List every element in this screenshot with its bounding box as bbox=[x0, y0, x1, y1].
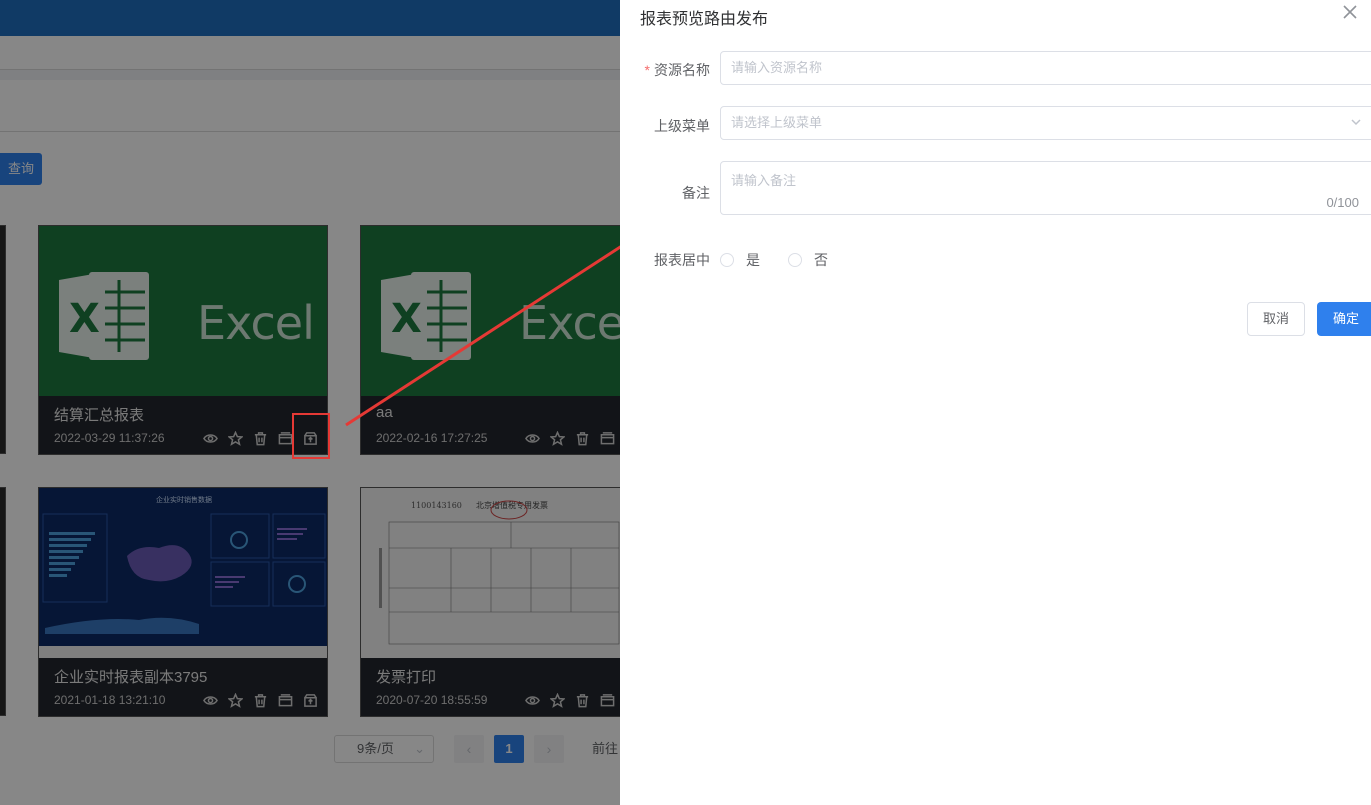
remark-char-counter: 0/100 bbox=[1326, 195, 1359, 210]
annotation-highlight-box bbox=[292, 413, 330, 459]
resource-name-label: * 资源名称 bbox=[620, 60, 710, 80]
radio-circle[interactable] bbox=[720, 253, 734, 267]
parent-menu-label: 上级菜单 bbox=[654, 118, 710, 134]
remark-placeholder: 请输入备注 bbox=[731, 173, 797, 188]
center-report-no-radio[interactable]: 否 bbox=[788, 250, 828, 270]
radio-yes-label: 是 bbox=[746, 252, 760, 268]
radio-circle[interactable] bbox=[788, 253, 802, 267]
publish-route-drawer: 报表预览路由发布 * 资源名称 请输入资源名称 上级菜单 请选择上级菜单 备注 请… bbox=[620, 0, 1371, 805]
resource-name-label-text: 资源名称 bbox=[654, 62, 710, 78]
parent-menu-select[interactable]: 请选择上级菜单 bbox=[720, 106, 1371, 140]
drawer-title: 报表预览路由发布 bbox=[640, 11, 769, 28]
center-report-label: 报表居中 bbox=[654, 252, 710, 268]
remark-textarea[interactable]: 请输入备注 0/100 bbox=[720, 161, 1371, 215]
parent-menu-placeholder: 请选择上级菜单 bbox=[731, 115, 823, 130]
confirm-button[interactable]: 确定 bbox=[1317, 302, 1371, 336]
resource-name-input[interactable]: 请输入资源名称 bbox=[720, 51, 1371, 85]
center-report-yes-radio[interactable]: 是 bbox=[720, 250, 760, 270]
close-icon[interactable] bbox=[1342, 4, 1362, 24]
radio-no-label: 否 bbox=[814, 252, 828, 268]
cancel-button[interactable]: 取消 bbox=[1247, 302, 1305, 336]
chevron-down-icon bbox=[1350, 115, 1364, 129]
remark-label: 备注 bbox=[682, 185, 710, 201]
resource-name-placeholder: 请输入资源名称 bbox=[731, 60, 823, 75]
required-mark: * bbox=[644, 62, 650, 78]
